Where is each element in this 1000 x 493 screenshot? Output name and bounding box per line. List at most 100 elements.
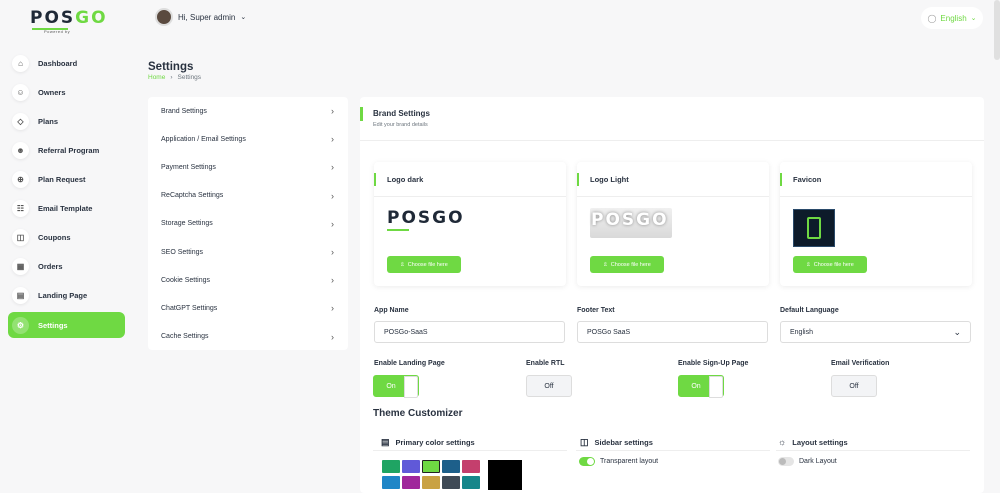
card-title: Logo dark (387, 175, 424, 184)
sidebar-item-label: Dashboard (38, 58, 78, 68)
favicon-card: Favicon ⇫ Choose file here (780, 162, 972, 286)
chevron-right-icon: › (331, 247, 334, 258)
email-verification-toggle[interactable]: Off (831, 375, 877, 397)
language-selector[interactable]: ◯ English ⌄ (921, 7, 983, 29)
transparent-layout-toggle[interactable] (579, 457, 595, 466)
sidebar-item-dashboard[interactable]: ⌂ Dashboard (8, 50, 125, 76)
accent-bar (374, 173, 376, 186)
enable-rtl-label: Enable RTL (526, 360, 565, 367)
divider (776, 450, 970, 451)
settings-icon: ⚙ (12, 316, 29, 334)
accent-bar (577, 173, 579, 186)
choose-file-button[interactable]: ⇫ Choose file here (590, 256, 664, 273)
phone-icon (807, 217, 821, 239)
sidebar-item-owners[interactable]: ☺ Owners (8, 79, 125, 105)
custom-color-picker[interactable] (488, 460, 522, 490)
calendar-icon: ▦ (12, 257, 29, 275)
chevron-right-icon: › (331, 190, 334, 201)
brand-settings-card (360, 97, 984, 493)
choose-file-button[interactable]: ⇫ Choose file here (387, 256, 461, 273)
menu-item-cookie-settings[interactable]: Cookie Settings › (148, 266, 348, 294)
sidebar-icon: ◫ (580, 437, 589, 447)
dark-layout-toggle[interactable] (778, 457, 794, 466)
menu-item-label: ReCaptcha Settings (161, 192, 224, 200)
app-name-input[interactable]: POSGo-SaaS (374, 321, 565, 343)
enable-landing-page-toggle[interactable]: On (373, 375, 419, 398)
menu-item-seo-settings[interactable]: SEO Settings › (148, 238, 348, 266)
brand-settings-header: Brand Settings Edit your brand details (360, 97, 984, 141)
color-swatch[interactable] (462, 476, 480, 489)
sidebar-item-label: Landing Page (38, 290, 88, 300)
footer-text-input[interactable]: POSGo SaaS (577, 321, 768, 343)
upload-icon: ⇫ (806, 261, 811, 268)
section-subtitle: Edit your brand details (373, 122, 428, 128)
menu-item-application-email-settings[interactable]: Application / Email Settings › (148, 125, 348, 153)
enable-rtl-toggle[interactable]: Off (526, 375, 572, 397)
sidebar-item-plan-request[interactable]: ⊕ Plan Request (8, 166, 125, 192)
enable-landing-page-label: Enable Landing Page (374, 360, 445, 367)
color-swatch[interactable] (402, 476, 420, 489)
chevron-down-icon: ⌄ (240, 14, 247, 21)
sidebar-item-label: Referral Program (38, 145, 100, 155)
menu-item-storage-settings[interactable]: Storage Settings › (148, 210, 348, 238)
breadcrumb-home[interactable]: Home (148, 74, 165, 81)
sidebar-item-label: Owners (38, 87, 66, 97)
language-label: English (940, 13, 967, 23)
logo-light-preview: POSGO (590, 208, 672, 238)
color-swatch[interactable] (382, 476, 400, 489)
sidebar-item-label: Plans (38, 116, 59, 126)
logo-dark-preview: POSGO (387, 208, 465, 231)
user-menu[interactable]: Hi, Super admin ⌄ (155, 8, 246, 26)
menu-item-label: Storage Settings (161, 220, 213, 228)
footer-text-label: Footer Text (577, 307, 615, 314)
page-scrollbar[interactable] (994, 0, 1000, 60)
choose-file-button[interactable]: ⇫ Choose file here (793, 256, 867, 273)
sidebar-item-landing-page[interactable]: ▤ Landing Page (8, 282, 125, 308)
sidebar-item-orders[interactable]: ▦ Orders (8, 253, 125, 279)
accent-bar (780, 173, 782, 186)
chevron-right-icon: › (331, 331, 334, 342)
color-swatch[interactable] (402, 460, 420, 473)
enable-signup-page-toggle[interactable]: On (678, 375, 724, 398)
divider (576, 450, 770, 451)
dark-layout-option[interactable]: Dark Layout (778, 457, 837, 466)
layout-icon: ▤ (381, 437, 390, 447)
chevron-right-icon: › (331, 218, 334, 229)
trophy-icon: ◇ (12, 112, 29, 130)
color-swatch[interactable] (442, 476, 460, 489)
sidebar-item-referral-program[interactable]: ☻ Referral Program (8, 137, 125, 163)
menu-item-label: ChatGPT Settings (161, 304, 218, 312)
brand-logo[interactable]: POSGO Powered by (30, 8, 108, 34)
menu-item-chatgpt-settings[interactable]: ChatGPT Settings › (148, 294, 348, 322)
logo-light-card: Logo Light POSGO ⇫ Choose file here (577, 162, 769, 286)
menu-item-label: SEO Settings (161, 248, 204, 256)
enable-signup-page-label: Enable Sign-Up Page (678, 360, 749, 367)
sidebar-item-plans[interactable]: ◇ Plans (8, 108, 125, 134)
color-swatch[interactable] (422, 476, 440, 489)
menu-item-payment-settings[interactable]: Payment Settings › (148, 153, 348, 181)
avatar (155, 8, 173, 26)
color-swatch-selected[interactable] (422, 460, 440, 473)
color-swatch[interactable] (462, 460, 480, 473)
sidebar-item-label: Email Template (38, 203, 93, 213)
transparent-layout-option[interactable]: Transparent layout (579, 457, 658, 466)
favicon-preview (793, 209, 835, 247)
email-verification-label: Email Verification (831, 360, 890, 367)
sidebar-item-coupons[interactable]: ◫ Coupons (8, 224, 125, 250)
menu-item-cache-settings[interactable]: Cache Settings › (148, 323, 348, 351)
gift-icon: ◫ (12, 228, 29, 246)
default-language-select[interactable]: English ⌄ (780, 321, 971, 343)
page-title: Settings (148, 61, 194, 73)
color-swatch[interactable] (382, 460, 400, 473)
theme-customizer-title: Theme Customizer (373, 408, 463, 419)
menu-item-brand-settings[interactable]: Brand Settings › (148, 97, 348, 125)
sidebar-item-settings[interactable]: ⚙ Settings (8, 312, 125, 338)
menu-item-recaptcha-settings[interactable]: ReCaptcha Settings › (148, 182, 348, 210)
request-icon: ⊕ (12, 170, 29, 188)
section-title: Brand Settings (373, 109, 430, 118)
sidebar-item-label: Settings (38, 320, 68, 330)
color-swatch[interactable] (442, 460, 460, 473)
chevron-right-icon: › (331, 162, 334, 173)
sidebar-item-email-template[interactable]: ☷ Email Template (8, 195, 125, 221)
users-icon: ☺ (12, 83, 29, 101)
